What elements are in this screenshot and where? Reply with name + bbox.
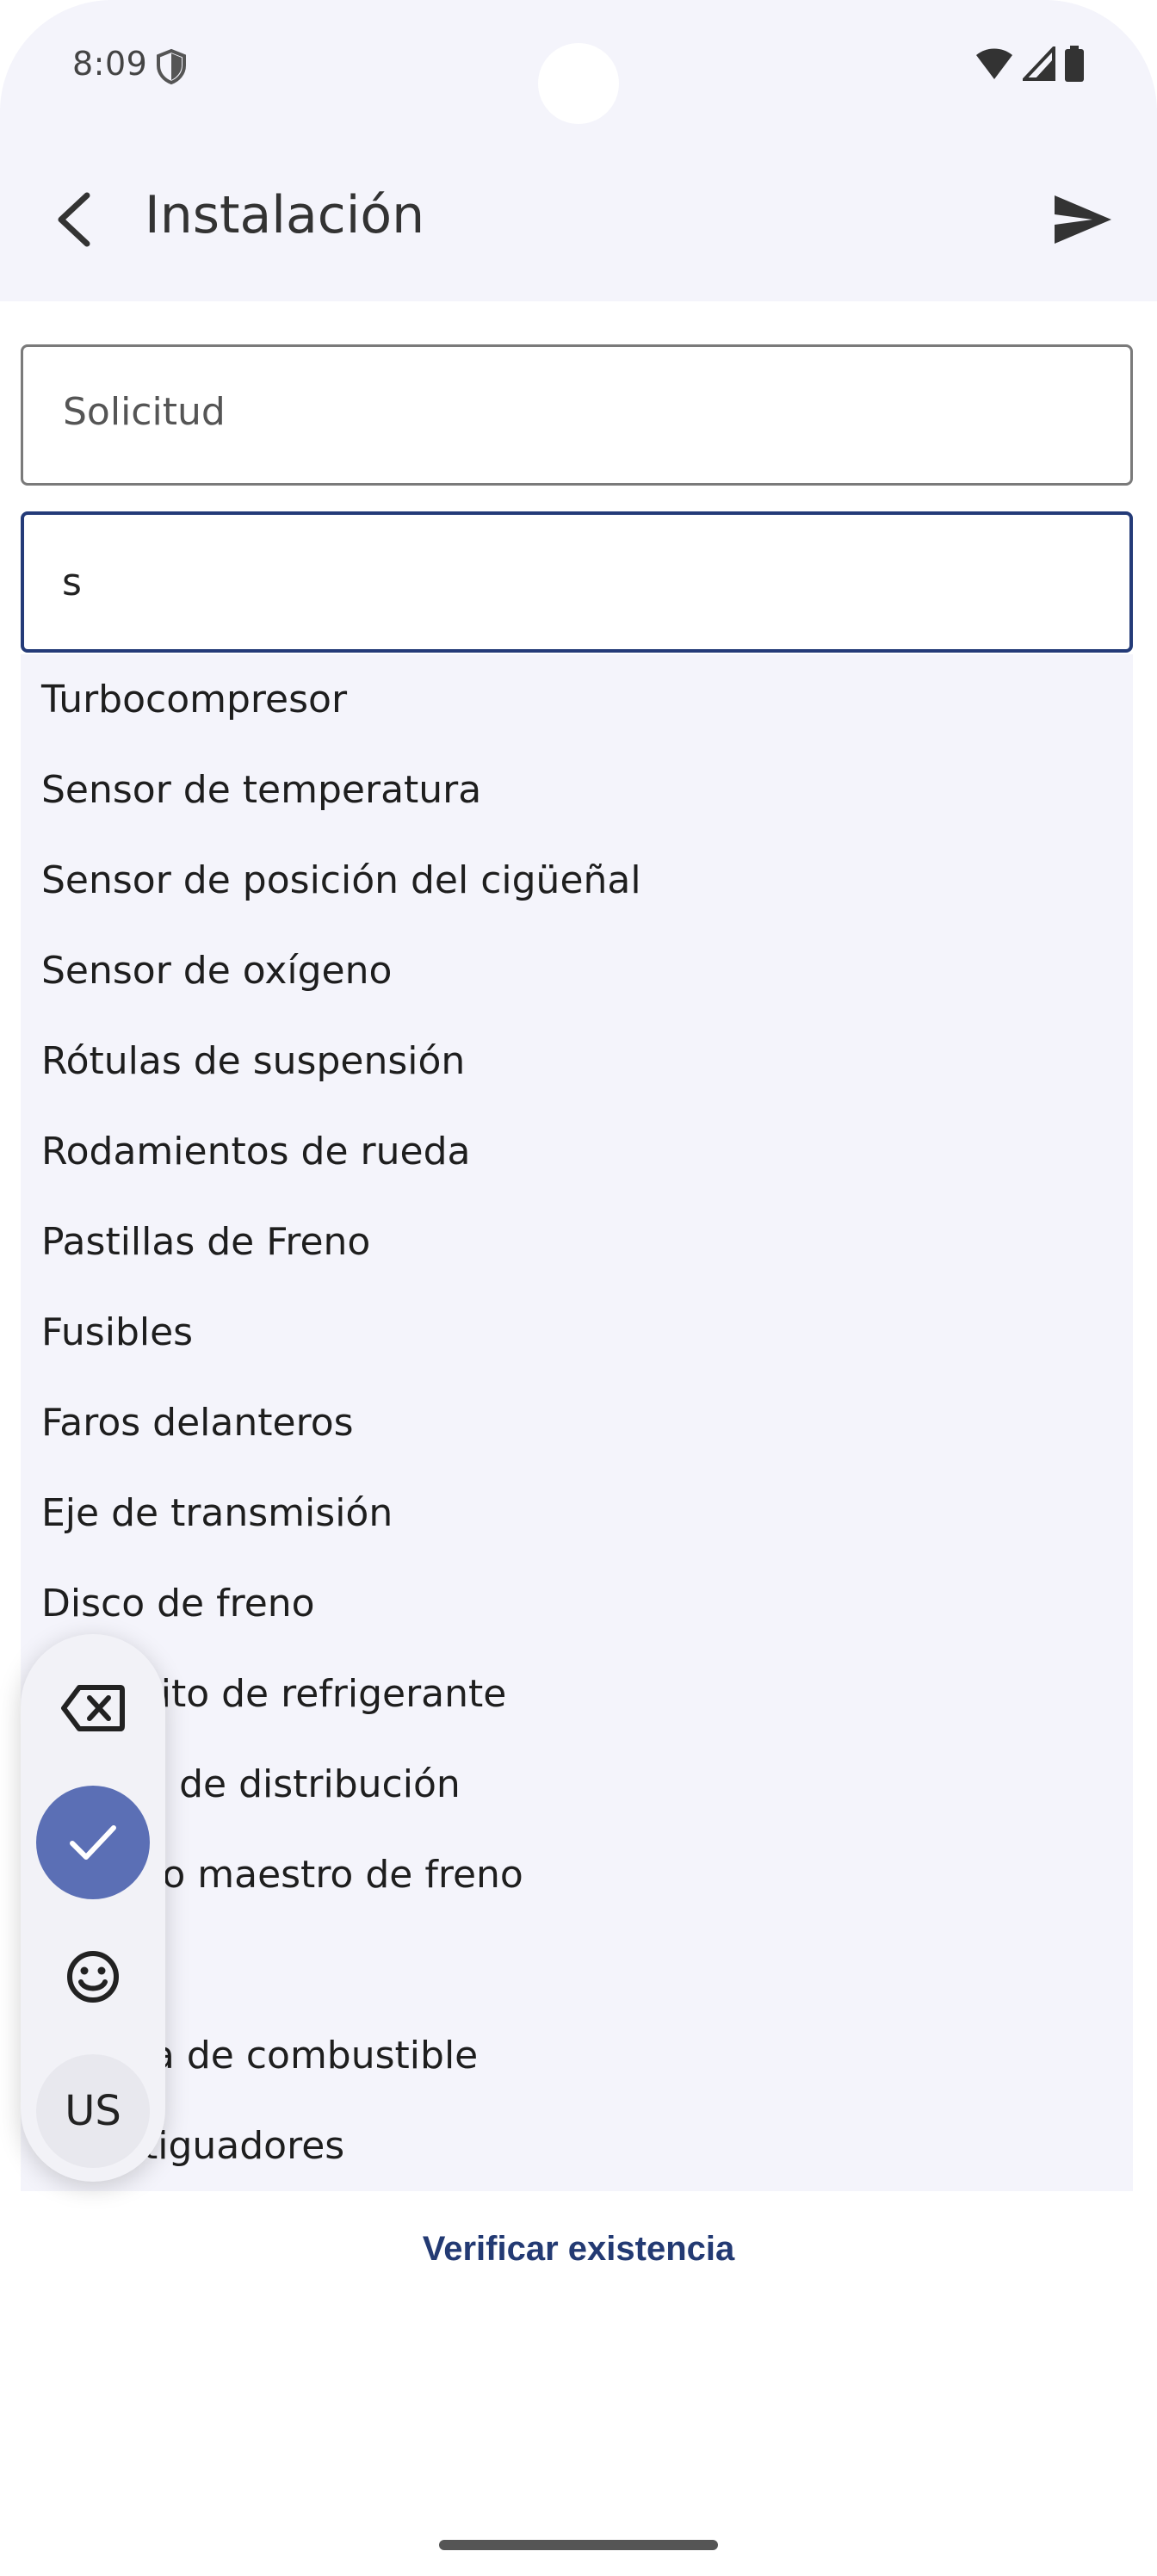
suggestion-item[interactable]: Disco de freno	[21, 1558, 1133, 1649]
suggestion-item[interactable]: Correa de distribución	[21, 1739, 1133, 1830]
shield-icon	[155, 48, 188, 85]
app-bar: 8:09 Instalación	[0, 0, 1157, 301]
suggestion-item[interactable]: Depósito de refrigerante	[21, 1649, 1133, 1739]
check-icon	[70, 1825, 116, 1860]
suggestion-item[interactable]: Bujías	[21, 1920, 1133, 2010]
suggestion-item[interactable]: Cilindro maestro de freno	[21, 1830, 1133, 1920]
suggestion-item[interactable]: Faros delanteros	[21, 1378, 1133, 1468]
battery-icon	[1064, 46, 1085, 85]
send-button[interactable]	[1049, 185, 1117, 254]
front-camera	[538, 43, 619, 124]
language-switch-button[interactable]: US	[36, 2054, 150, 2168]
page-title: Instalación	[145, 185, 425, 245]
suggestion-item[interactable]: Sensor de oxígeno	[21, 926, 1133, 1016]
wifi-icon	[974, 46, 1014, 84]
suggestion-item[interactable]: Pastillas de Freno	[21, 1197, 1133, 1287]
suggestion-item[interactable]: Rodamientos de rueda	[21, 1106, 1133, 1197]
send-icon	[1055, 195, 1111, 244]
backspace-icon	[61, 1685, 125, 1731]
emoji-icon	[67, 1951, 119, 2003]
suggestion-item[interactable]: Turbocompresor	[21, 654, 1133, 745]
suggestion-item[interactable]: Sensor de temperatura	[21, 745, 1133, 835]
backspace-button[interactable]	[36, 1651, 150, 1765]
back-button[interactable]	[45, 176, 102, 263]
status-icons	[974, 43, 1085, 85]
home-indicator[interactable]	[439, 2540, 718, 2550]
arrow-back-icon	[58, 192, 90, 247]
solicitud-field[interactable]: Solicitud	[21, 344, 1133, 486]
suggestion-item[interactable]: Sensor de posición del cigüeñal	[21, 835, 1133, 926]
search-input[interactable]	[62, 549, 1078, 615]
suggestion-item[interactable]: Amortiguadores	[21, 2101, 1133, 2191]
emoji-button[interactable]	[36, 1920, 150, 2034]
search-field[interactable]	[21, 511, 1133, 653]
suggestion-item[interactable]: Fusibles	[21, 1287, 1133, 1378]
status-time: 8:09	[72, 45, 148, 83]
suggestion-item[interactable]: Eje de transmisión	[21, 1468, 1133, 1558]
floating-keyboard-toolbar: US	[21, 1634, 165, 2182]
signal-icon	[1020, 43, 1055, 84]
solicitud-label: Solicitud	[63, 390, 226, 434]
phone-screen: 8:09 Instalación Solicitud s Turbocompre…	[0, 0, 1157, 2576]
suggestion-item[interactable]: Rótulas de suspensión	[21, 1016, 1133, 1106]
suggestion-list: Turbocompresor Sensor de temperatura Senso…	[21, 654, 1133, 2191]
confirm-button[interactable]	[36, 1786, 150, 1899]
suggestion-item[interactable]: Bomba de combustible	[21, 2010, 1133, 2101]
verify-stock-button[interactable]: Verificar existencia	[0, 2230, 1157, 2269]
